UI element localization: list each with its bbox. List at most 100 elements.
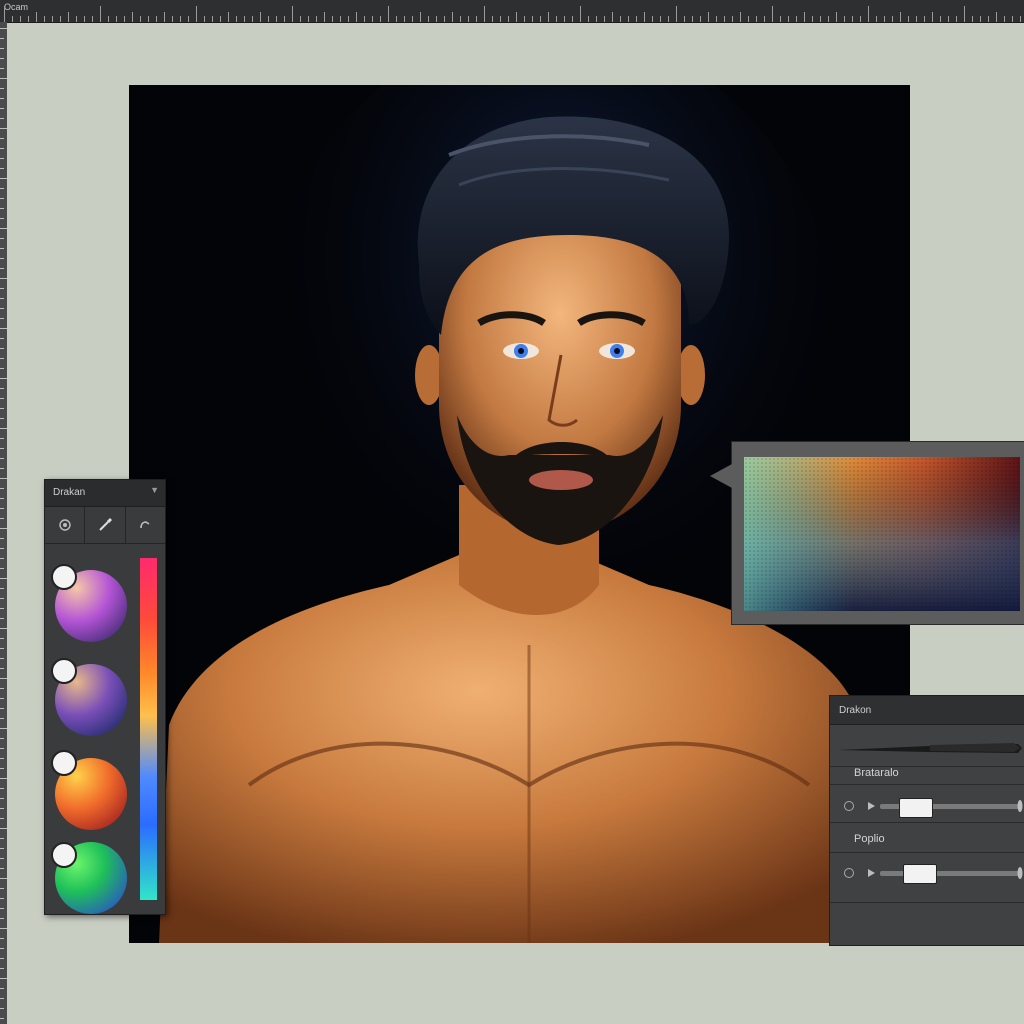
left-ruler[interactable] [0,22,7,1024]
brush-tool-button[interactable] [85,507,126,543]
ruler-tick [708,12,709,22]
ruler-tick [0,958,4,959]
ruler-tick [0,938,4,939]
ruler-tick [0,568,4,569]
ruler-tick [644,12,645,22]
ruler-tick [388,6,389,22]
swatch-knob[interactable] [51,658,77,684]
ruler-tick [0,798,4,799]
ruler-tick [0,868,4,869]
ruler-tick [0,438,4,439]
swatch-toolbar [45,507,165,544]
gradient-preview[interactable] [744,457,1020,611]
ruler-tick [220,16,221,22]
ruler-tick [0,398,4,399]
ruler-tick [0,278,7,279]
ruler-tick [92,16,93,22]
poplio-slider-track[interactable] [880,871,1020,876]
divider [830,822,1024,823]
ruler-tick [0,208,4,209]
ruler-tick [0,838,4,839]
ruler-tick [0,428,7,429]
ruler-tick [0,478,7,479]
ruler-tick [804,12,805,22]
ruler-tick [0,268,4,269]
brush-stroke-preview[interactable] [838,740,1022,756]
radio-dot[interactable] [844,801,854,811]
ruler-tick [0,528,7,529]
play-icon [868,802,875,810]
brataralo-slider-handle[interactable] [899,798,933,818]
swatch-knob[interactable] [51,842,77,868]
ruler-tick [244,16,245,22]
ruler-tick [444,16,445,22]
ruler-tick [500,16,501,22]
ruler-tick [4,6,5,22]
ruler-tick [916,16,917,22]
ruler-tick [172,16,173,22]
ruler-tick [0,458,4,459]
ruler-tick [0,298,4,299]
ruler-tick [828,16,829,22]
ruler-tick [0,548,4,549]
hand-tool-button[interactable] [126,507,165,543]
ruler-tick [484,6,485,22]
ruler-tick [84,16,85,22]
adjustment-panel-title: Drakon [839,705,872,716]
ruler-tick [748,16,749,22]
ruler-tick [532,16,533,22]
ruler-tick [0,968,4,969]
ruler-tick [0,828,7,829]
ruler-tick [164,12,165,22]
ruler-tick [932,12,933,22]
radio-dot[interactable] [844,868,854,878]
ruler-tick [0,488,4,489]
ruler-tick [0,588,4,589]
ruler-tick [868,6,869,22]
ruler-tick [452,12,453,22]
ruler-tick [0,318,4,319]
ruler-tick [0,358,4,359]
ruler-tick [0,258,4,259]
ruler-tick [156,16,157,22]
top-ruler[interactable]: Ocam [0,0,1024,23]
ruler-tick [548,12,549,22]
ruler-tick [300,16,301,22]
ruler-tick [820,16,821,22]
ruler-tick [0,708,4,709]
target-icon [58,519,71,531]
swatch-knob[interactable] [51,750,77,776]
ruler-tick [556,16,557,22]
ruler-tick [0,908,4,909]
hue-slider[interactable] [140,558,157,900]
gradient-preview-popup [710,441,1024,625]
ruler-tick [28,16,29,22]
ruler-tick [0,128,7,129]
ruler-tick [660,16,661,22]
ruler-tick [204,16,205,22]
ruler-tick [44,16,45,22]
ruler-tick [0,688,4,689]
ruler-tick [236,16,237,22]
ruler-tick [0,178,7,179]
ruler-tick [0,698,4,699]
ruler-tick [0,948,4,949]
ruler-tick [908,16,909,22]
ruler-tick [284,16,285,22]
swatch-knob[interactable] [51,564,77,590]
ruler-tick [692,16,693,22]
ruler-tick [0,218,4,219]
ruler-tick [0,118,4,119]
ruler-tick [0,368,4,369]
ruler-tick [0,188,4,189]
ruler-tick [964,6,965,22]
ruler-tick [852,16,853,22]
ruler-tick [108,16,109,22]
ruler-tick [0,758,4,759]
chevron-down-icon[interactable]: ▼ [150,485,159,495]
poplio-slider-handle[interactable] [903,864,938,884]
target-tool-button[interactable] [45,507,86,543]
ruler-tick [0,388,4,389]
ruler-tick [0,748,4,749]
ruler-tick [132,12,133,22]
